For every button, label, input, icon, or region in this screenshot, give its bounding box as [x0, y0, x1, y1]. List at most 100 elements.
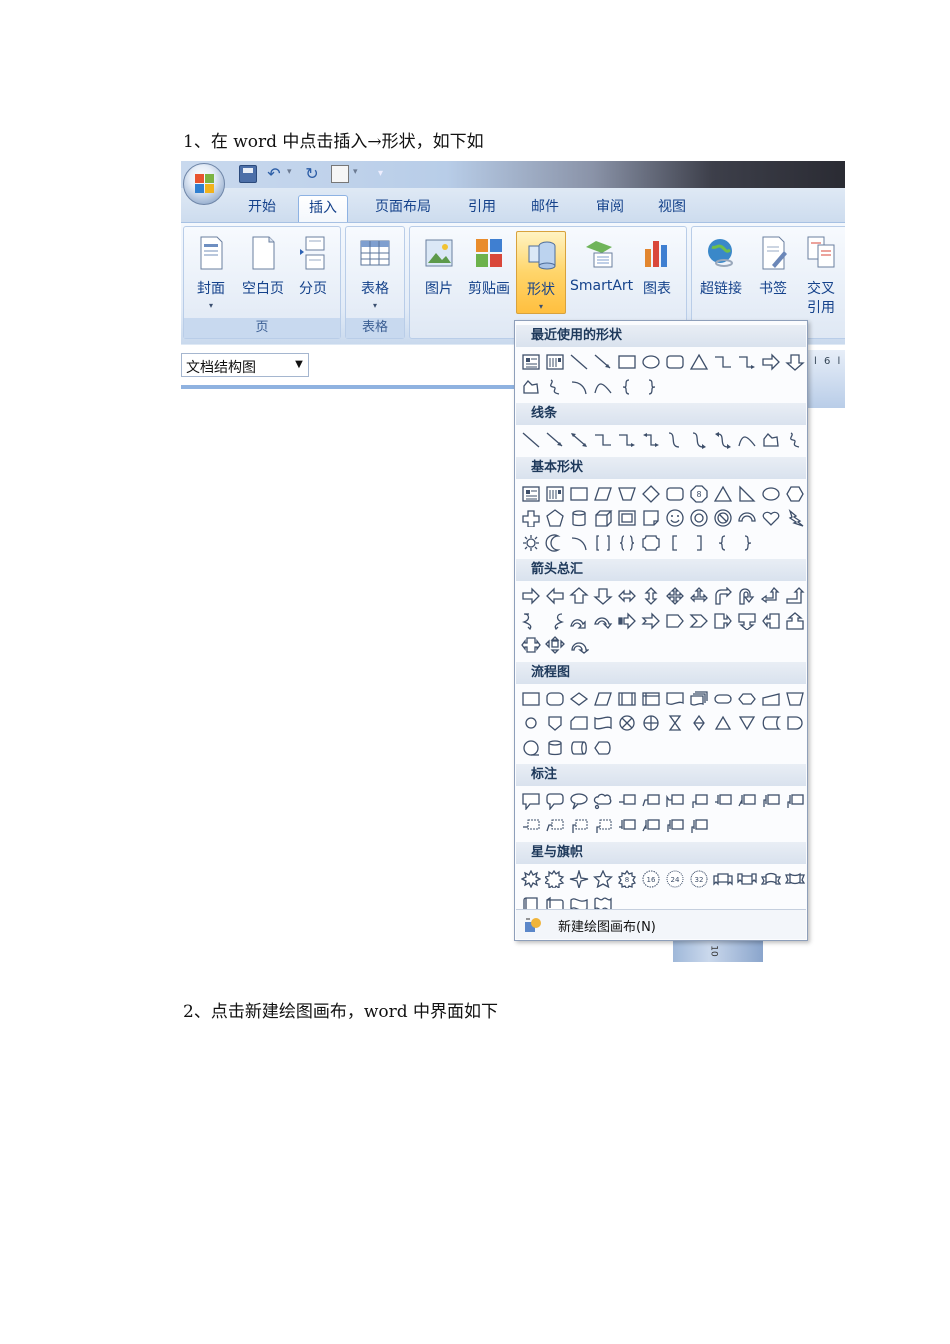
shape-manual-input-icon[interactable]	[759, 688, 782, 710]
shape-up-arrow-icon[interactable]	[567, 585, 590, 607]
shape-freeform-icon[interactable]	[759, 429, 782, 451]
page-break-button[interactable]: 分页	[288, 231, 338, 311]
shape-quad-arrow-callout-icon[interactable]	[543, 634, 566, 656]
shape-accent-callout-4-icon[interactable]	[783, 790, 806, 812]
shape-curve-icon[interactable]	[591, 376, 614, 398]
document-map-dropdown[interactable]: 文档结构图 ▼	[181, 353, 309, 377]
shape-octagon-icon[interactable]: 8	[687, 483, 710, 505]
shape-line-callout-2-icon[interactable]	[639, 790, 662, 812]
shape-sequential-access-icon[interactable]	[519, 737, 542, 759]
shape-connector-icon[interactable]	[519, 712, 542, 734]
shape-left-brace-icon[interactable]	[615, 376, 638, 398]
tab-view[interactable]: 视图	[648, 195, 696, 222]
shape-accent-callout-2-icon[interactable]	[735, 790, 758, 812]
shape-right-arrow-icon[interactable]	[759, 351, 782, 373]
shape-line-callout-1-icon[interactable]	[615, 790, 638, 812]
shape-right-brace-icon[interactable]	[639, 376, 662, 398]
shape-scribble-icon[interactable]	[543, 376, 566, 398]
shape-left-brace-icon[interactable]	[711, 532, 734, 554]
office-button[interactable]	[183, 163, 225, 205]
shape-border-callout-1-icon[interactable]	[519, 815, 542, 837]
shape-left-arrow-callout-icon[interactable]	[759, 610, 782, 632]
shape-bent-up-arrow-icon[interactable]	[783, 585, 806, 607]
shape-curve-double-arrow-icon[interactable]	[711, 429, 734, 451]
shape-elbow-arrow-icon[interactable]	[615, 429, 638, 451]
shape-sort-icon[interactable]	[687, 712, 710, 734]
shape-cube-icon[interactable]	[591, 507, 614, 529]
customize-quick-access-icon[interactable]: ▾	[378, 165, 390, 183]
shape-left-right-arrow-icon[interactable]	[615, 585, 638, 607]
dropdown-arrow-icon[interactable]: ▾	[287, 167, 292, 177]
shape-freeform-icon[interactable]	[519, 376, 542, 398]
shape-rect-icon[interactable]	[567, 483, 590, 505]
shape-star-8-icon[interactable]: 8	[615, 868, 638, 890]
shape-display-icon[interactable]	[591, 737, 614, 759]
tab-insert[interactable]: 插入	[298, 195, 348, 222]
shape-moon-icon[interactable]	[543, 532, 566, 554]
picture-button[interactable]: 图片	[414, 231, 464, 311]
tab-references[interactable]: 引用	[458, 195, 506, 222]
shape-pentagon-arrow-icon[interactable]	[663, 610, 686, 632]
shape-rect-callout-icon[interactable]	[519, 790, 542, 812]
shape-smiley-icon[interactable]	[663, 507, 686, 529]
shape-border-callout-2-icon[interactable]	[543, 815, 566, 837]
shape-trapezoid-icon[interactable]	[615, 483, 638, 505]
tab-home[interactable]: 开始	[238, 195, 286, 222]
shape-left-bracket-icon[interactable]	[663, 532, 686, 554]
shape-scribble-icon[interactable]	[783, 429, 806, 451]
blank-page-button[interactable]: 空白页	[238, 231, 288, 311]
shape-manual-operation-icon[interactable]	[783, 688, 806, 710]
undo-icon[interactable]: ↶	[265, 165, 283, 183]
shape-rounded-rect-icon[interactable]	[663, 483, 686, 505]
shape-star-16-icon[interactable]: 16	[639, 868, 662, 890]
shape-arrow-line-icon[interactable]	[591, 351, 614, 373]
shape-preparation-icon[interactable]	[735, 688, 758, 710]
shape-elbow-icon[interactable]	[591, 429, 614, 451]
shape-curved-right-arrow-icon[interactable]	[519, 610, 542, 632]
tab-page-layout[interactable]: 页面布局	[365, 195, 441, 222]
shape-donut-icon[interactable]	[687, 507, 710, 529]
chart-button[interactable]: 图表	[632, 231, 682, 311]
shape-oval-icon[interactable]	[639, 351, 662, 373]
dropdown-arrow-icon[interactable]: ▼	[290, 354, 308, 376]
shape-curved-ribbon-down-icon[interactable]	[783, 868, 806, 890]
shape-notched-right-arrow-icon[interactable]	[639, 610, 662, 632]
shape-right-arrow-callout-icon[interactable]	[711, 610, 734, 632]
shape-star-4-icon[interactable]	[567, 868, 590, 890]
shape-magnetic-disk-icon[interactable]	[543, 737, 566, 759]
shape-circular-arrow-icon[interactable]	[567, 634, 590, 656]
shape-folded-corner-icon[interactable]	[639, 507, 662, 529]
shape-left-up-arrow-icon[interactable]	[759, 585, 782, 607]
shape-sun-icon[interactable]	[519, 532, 542, 554]
shape-rect-icon[interactable]	[615, 351, 638, 373]
dropdown-arrow-icon[interactable]: ▾	[353, 167, 358, 177]
shape-rounded-callout-icon[interactable]	[543, 790, 566, 812]
shape-oval-callout-icon[interactable]	[567, 790, 590, 812]
shape-extract-icon[interactable]	[711, 712, 734, 734]
shape-border-callout-4-icon[interactable]	[591, 815, 614, 837]
shape-elbow-icon[interactable]	[711, 351, 734, 373]
shape-right-bracket-icon[interactable]	[687, 532, 710, 554]
shape-oval-icon[interactable]	[759, 483, 782, 505]
shape-offpage-connector-icon[interactable]	[543, 712, 566, 734]
shape-bracket-pair-icon[interactable]	[591, 532, 614, 554]
cover-page-button[interactable]: 封面 ▾	[186, 231, 236, 311]
shape-line-callout-4-icon[interactable]	[687, 790, 710, 812]
shape-down-arrow-icon[interactable]	[783, 351, 806, 373]
shape-or-icon[interactable]	[639, 712, 662, 734]
shape-right-arrow-icon[interactable]	[519, 585, 542, 607]
shape-striped-right-arrow-icon[interactable]	[615, 610, 638, 632]
shape-cloud-callout-icon[interactable]	[591, 790, 614, 812]
shape-decision-icon[interactable]	[567, 688, 590, 710]
clipart-button[interactable]: 剪贴画	[464, 231, 514, 311]
shape-punched-tape-icon[interactable]	[591, 712, 614, 734]
table-button[interactable]: 表格 ▾	[350, 231, 400, 311]
shape-summing-junction-icon[interactable]	[615, 712, 638, 734]
shape-curve-arrow-icon[interactable]	[687, 429, 710, 451]
shape-curve-icon[interactable]	[735, 429, 758, 451]
shape-direct-access-icon[interactable]	[567, 737, 590, 759]
shape-star-5-icon[interactable]	[591, 868, 614, 890]
shape-arc-icon[interactable]	[567, 532, 590, 554]
shape-right-brace-icon[interactable]	[735, 532, 758, 554]
shape-up-down-arrow-icon[interactable]	[639, 585, 662, 607]
